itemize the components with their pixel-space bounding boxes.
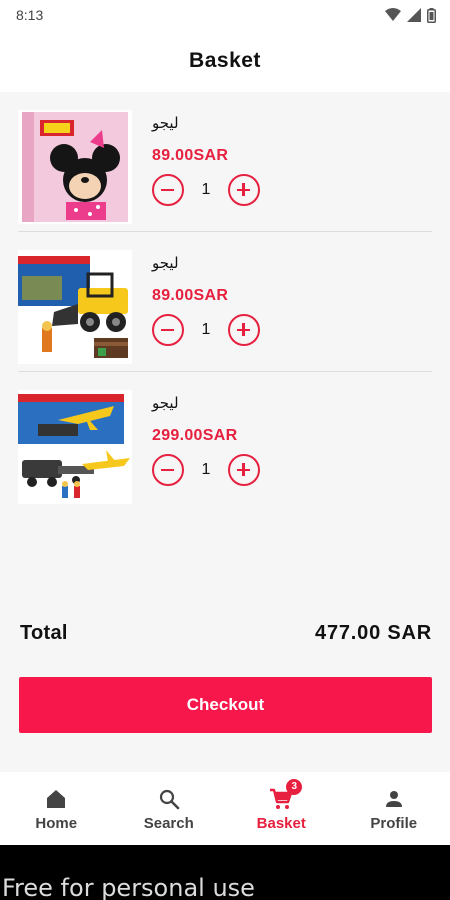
nav-item-home[interactable]: Home [0, 772, 113, 845]
signal-icon [407, 8, 421, 22]
item-name: ليجو [152, 254, 179, 272]
checkout-button[interactable]: Checkout [19, 677, 432, 733]
quantity-value: 1 [201, 181, 211, 198]
person-icon [385, 791, 402, 807]
item-price: 89.00SAR [152, 287, 229, 304]
nav-item-basket[interactable]: 3 Basket [225, 772, 338, 845]
quantity-stepper: 1 [152, 314, 260, 346]
home-icon [47, 790, 66, 808]
increase-button[interactable] [228, 454, 260, 486]
watermark-text: Free for personal use [2, 874, 255, 900]
product-image[interactable] [18, 250, 132, 364]
total-row: Total 477.00 SAR [20, 622, 432, 645]
minus-icon [161, 468, 174, 471]
minus-icon [161, 188, 174, 191]
status-icons [385, 7, 436, 23]
nav-label-profile: Profile [370, 815, 418, 832]
basket-list: ليجو 89.00SAR 1 ليجو 89.00SAR 1 ليجو 299… [0, 92, 450, 512]
quantity-value: 1 [201, 461, 211, 478]
quantity-value: 1 [201, 321, 211, 338]
quantity-stepper: 1 [152, 454, 260, 486]
search-icon [159, 789, 180, 810]
status-bar: 8:13 [0, 0, 450, 30]
nav-item-profile[interactable]: Profile [338, 772, 450, 845]
decrease-button[interactable] [152, 314, 184, 346]
app-header: Basket [0, 30, 450, 92]
basket-item: ليجو 89.00SAR 1 [18, 232, 432, 372]
total-label: Total [20, 622, 68, 644]
nav-label-basket: Basket [256, 815, 306, 832]
status-time: 8:13 [16, 7, 44, 23]
bottom-nav: Home Search 3 Basket Profile [0, 772, 450, 845]
increase-button[interactable] [228, 174, 260, 206]
minus-icon [161, 328, 174, 331]
increase-button[interactable] [228, 314, 260, 346]
page-title: Basket [189, 49, 261, 72]
lego-minnie-box-image [22, 112, 128, 222]
total-value: 477.00 SAR [315, 622, 432, 644]
item-price: 299.00SAR [152, 427, 238, 444]
quantity-stepper: 1 [152, 174, 260, 206]
lego-construction-loader-image [18, 256, 128, 358]
battery-icon [427, 7, 436, 23]
cart-count-badge: 3 [286, 779, 303, 795]
nav-label-home: Home [35, 815, 78, 832]
item-name: ليجو [152, 114, 179, 132]
nav-item-search[interactable]: Search [113, 772, 226, 845]
product-image[interactable] [18, 110, 132, 224]
decrease-button[interactable] [152, 174, 184, 206]
basket-item: ليجو 89.00SAR 1 [18, 92, 432, 232]
item-price: 89.00SAR [152, 147, 229, 164]
basket-item: ليجو 299.00SAR 1 [18, 372, 432, 512]
nav-label-search: Search [143, 815, 194, 832]
item-name: ليجو [152, 394, 179, 412]
wifi-icon [385, 8, 401, 21]
product-image[interactable] [18, 390, 132, 504]
lego-jet-transporter-image [18, 394, 130, 498]
cart-icon-wrap: 3 [269, 779, 303, 811]
decrease-button[interactable] [152, 454, 184, 486]
